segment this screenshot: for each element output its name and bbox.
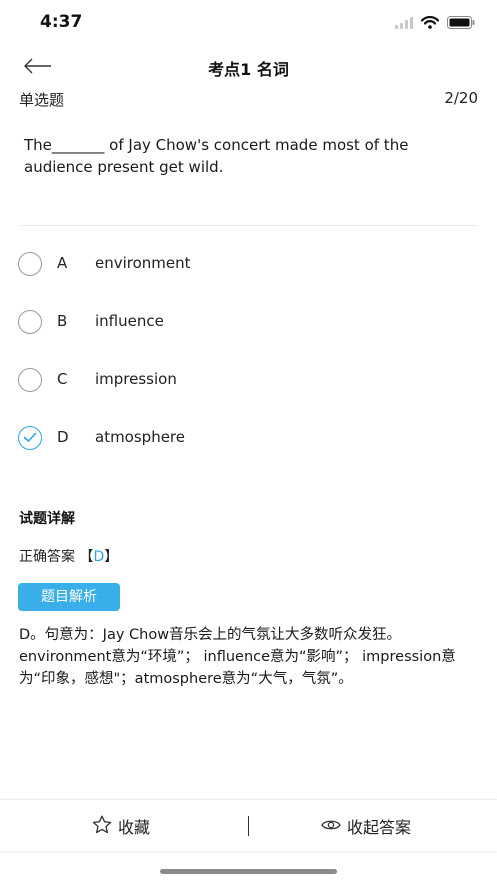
question-progress: 2/20 (444, 89, 478, 107)
option-letter: A (57, 254, 68, 272)
option-b[interactable]: B influence (0, 300, 497, 340)
page-title: 考点1 名词 (208, 60, 289, 79)
answer-bracket-close: 】 (104, 549, 119, 565)
radio-unchecked-icon[interactable] (18, 252, 42, 276)
divider (19, 225, 478, 226)
answer-letter: D (93, 549, 105, 565)
question-type: 单选题 (19, 91, 65, 109)
analysis-button[interactable]: 题目解析 (18, 583, 120, 611)
battery-icon (447, 14, 475, 33)
star-icon (92, 815, 112, 838)
favorite-label: 收藏 (118, 818, 151, 837)
answer-prefix: 正确答案 (19, 549, 75, 565)
radio-unchecked-icon[interactable] (18, 310, 42, 334)
detail-title: 试题详解 (19, 511, 75, 527)
option-text: impression (95, 370, 177, 388)
hide-answer-label: 收起答案 (347, 818, 412, 837)
bottom-bar: 收藏 收起答案 (0, 799, 497, 851)
correct-answer: 正确答案 【D】 (19, 546, 118, 566)
option-text: influence (95, 312, 164, 330)
status-bar: 4:37 (0, 0, 497, 46)
option-d[interactable]: D atmosphere (0, 416, 497, 456)
option-letter: C (57, 370, 68, 388)
bottom-divider (248, 816, 249, 836)
signal-icon (395, 14, 413, 33)
option-letter: D (57, 428, 69, 446)
answer-bracket-open: 【 (79, 549, 94, 565)
option-letter: B (57, 312, 68, 330)
favorite-button[interactable]: 收藏 (92, 814, 150, 838)
option-a[interactable]: A environment (0, 242, 497, 282)
eye-icon (321, 817, 341, 836)
question-text: The_______ of Jay Chow's concert made mo… (24, 136, 409, 176)
option-c[interactable]: C impression (0, 358, 497, 398)
home-indicator (160, 869, 337, 874)
analysis-text: D。句意为：Jay Chow音乐会上的气氛让大多数听众发狂。 environme… (19, 627, 456, 687)
radio-unchecked-icon[interactable] (18, 368, 42, 392)
status-icons (395, 14, 475, 33)
wifi-icon (420, 14, 440, 33)
radio-checked-icon[interactable] (18, 426, 42, 450)
nav-bar: 考点1 名词 (0, 46, 497, 86)
status-time: 4:37 (40, 12, 83, 32)
option-text: atmosphere (95, 428, 185, 446)
hide-answer-button[interactable]: 收起答案 (321, 814, 411, 838)
option-text: environment (95, 254, 191, 272)
